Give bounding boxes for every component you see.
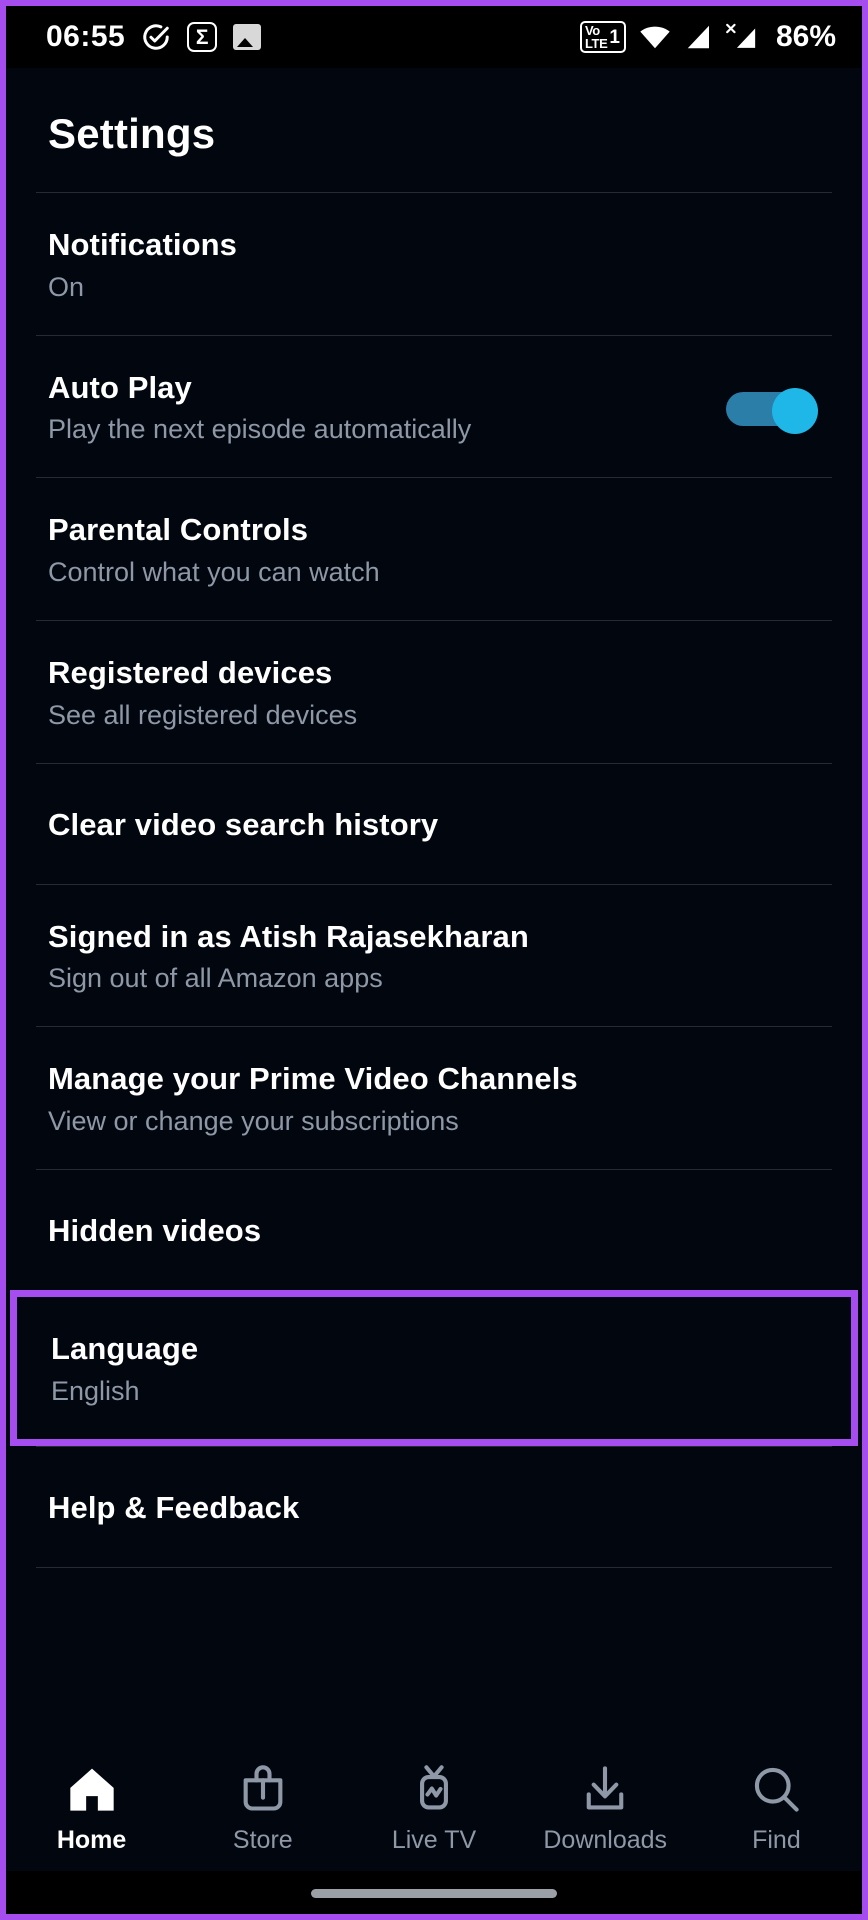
row-title: Clear video search history bbox=[48, 806, 439, 842]
home-icon bbox=[66, 1763, 118, 1815]
bottom-navigation-bar: Home Store Live TV Downloads Find bbox=[6, 1741, 862, 1914]
row-title: Registered devices bbox=[48, 655, 333, 691]
page-title: Settings bbox=[48, 110, 216, 157]
settings-row-language[interactable]: Language English bbox=[10, 1290, 858, 1446]
nav-item-home[interactable]: Home bbox=[6, 1757, 177, 1871]
settings-row-registered-devices[interactable]: Registered devices See all registered de… bbox=[6, 621, 862, 763]
sigma-icon: Σ bbox=[187, 22, 218, 52]
settings-row-auto-play[interactable]: Auto Play Play the next episode automati… bbox=[6, 336, 862, 478]
row-subtitle: Control what you can watch bbox=[48, 557, 380, 588]
nav-label: Store bbox=[232, 1826, 293, 1854]
volte-label-bottom: LTE bbox=[584, 36, 608, 51]
settings-list: Notifications On Auto Play Play the next… bbox=[6, 192, 862, 1568]
nav-label: Find bbox=[752, 1826, 801, 1854]
row-title: Notifications bbox=[48, 227, 238, 262]
settings-row-signed-in-as[interactable]: Signed in as Atish Rajasekharan Sign out… bbox=[6, 885, 862, 1027]
toggle-thumb bbox=[772, 387, 818, 434]
auto-play-toggle[interactable] bbox=[726, 387, 818, 434]
nav-item-find[interactable]: Find bbox=[691, 1757, 862, 1871]
nav-label: Downloads bbox=[543, 1826, 668, 1854]
row-title: Language bbox=[51, 1331, 199, 1367]
nav-label: Home bbox=[56, 1826, 127, 1854]
nav-item-store[interactable]: Store bbox=[177, 1757, 348, 1871]
row-subtitle: On bbox=[48, 271, 85, 302]
volte-icon: Vo LTE 1 bbox=[579, 21, 626, 53]
live-tv-icon bbox=[408, 1763, 460, 1815]
status-bar-right: Vo LTE 1 86% bbox=[579, 20, 836, 54]
phone-screen: 06:55 Σ Vo LTE 1 86% Settings Notificati… bbox=[0, 0, 868, 1920]
status-clock: 06:55 bbox=[46, 20, 126, 53]
settings-row-notifications[interactable]: Notifications On bbox=[6, 193, 862, 335]
signal-no-service-icon bbox=[726, 22, 760, 52]
download-icon bbox=[579, 1763, 631, 1815]
row-title: Parental Controls bbox=[48, 512, 309, 548]
signal-icon bbox=[684, 22, 714, 52]
row-subtitle: English bbox=[51, 1375, 140, 1406]
check-circle-icon bbox=[141, 22, 171, 52]
row-title: Hidden videos bbox=[48, 1213, 262, 1249]
row-subtitle: Sign out of all Amazon apps bbox=[48, 963, 383, 994]
settings-row-manage-prime-video-channels[interactable]: Manage your Prime Video Channels View or… bbox=[6, 1027, 862, 1169]
battery-percent: 86% bbox=[775, 20, 836, 53]
nav-item-live-tv[interactable]: Live TV bbox=[348, 1757, 519, 1871]
row-subtitle: See all registered devices bbox=[48, 699, 358, 730]
status-bar-left: 06:55 Σ bbox=[46, 20, 262, 54]
row-title: Auto Play bbox=[48, 369, 192, 405]
gesture-bar[interactable] bbox=[311, 1889, 557, 1898]
settings-row-clear-video-search-history[interactable]: Clear video search history bbox=[6, 764, 862, 884]
shopping-bag-icon bbox=[237, 1763, 289, 1815]
status-bar: 06:55 Σ Vo LTE 1 86% bbox=[6, 6, 862, 68]
settings-row-hidden-videos[interactable]: Hidden videos bbox=[6, 1170, 862, 1290]
settings-row-parental-controls[interactable]: Parental Controls Control what you can w… bbox=[6, 478, 862, 620]
row-title: Signed in as Atish Rajasekharan bbox=[48, 918, 529, 954]
row-subtitle: View or change your subscriptions bbox=[48, 1106, 459, 1137]
nav-item-downloads[interactable]: Downloads bbox=[520, 1757, 691, 1871]
wifi-icon bbox=[638, 23, 672, 51]
photo-icon bbox=[233, 24, 262, 50]
row-subtitle: Play the next episode automatically bbox=[48, 414, 472, 445]
settings-row-help-and-feedback[interactable]: Help & Feedback bbox=[6, 1447, 862, 1567]
row-title: Help & Feedback bbox=[48, 1489, 300, 1525]
nav-label: Live TV bbox=[391, 1826, 477, 1854]
gesture-navigation-area bbox=[6, 1871, 862, 1914]
row-title: Manage your Prime Video Channels bbox=[48, 1061, 578, 1097]
divider bbox=[36, 1566, 832, 1568]
search-icon bbox=[750, 1763, 802, 1815]
volte-sim-number: 1 bbox=[609, 26, 620, 48]
